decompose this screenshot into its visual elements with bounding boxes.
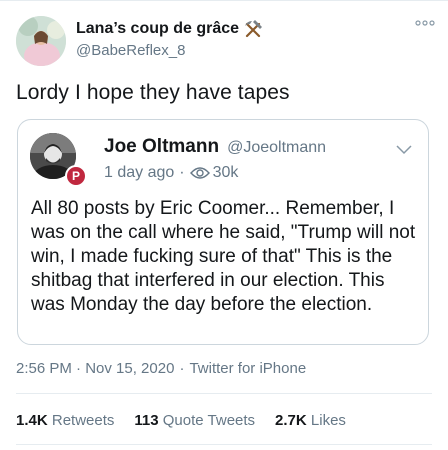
tweet-header: Lana’s coup de grâce @BabeReflex_8: [16, 16, 436, 66]
handle[interactable]: @BabeReflex_8: [76, 42, 185, 59]
tweet-text: Lordy I hope they have tapes: [16, 81, 290, 104]
stat-label: Quote Tweets: [162, 412, 256, 429]
hammer-pick-icon: [243, 19, 263, 39]
display-name[interactable]: Lana’s coup de grâce: [76, 20, 239, 38]
quote-views: 30k: [212, 164, 239, 181]
quote-handle[interactable]: @Joeoltmann: [227, 139, 326, 157]
name-row: Lana’s coup de grâce: [76, 18, 263, 40]
stat-label: Retweets: [51, 412, 115, 429]
badge-letter: P: [71, 169, 80, 183]
quote-body: All 80 posts by Eric Coomer... Remember,…: [31, 198, 416, 315]
engagement-stats: 1.4K Retweets 113 Quote Tweets 2.7K Like…: [16, 412, 366, 429]
stat-label: Likes: [310, 412, 346, 429]
likes-stat[interactable]: 2.7K Likes: [275, 412, 346, 429]
timestamp-row: 2:56 PM · Nov 15, 2020 · Twitter for iPh…: [16, 360, 306, 377]
source-app[interactable]: Twitter for iPhone: [189, 360, 306, 377]
stat-value: 2.7K: [275, 412, 311, 429]
stat-value: 113: [134, 412, 163, 429]
chevron-down-icon[interactable]: [396, 142, 412, 155]
quote-name-row: Joe Oltmann @Joeoltmann: [104, 136, 326, 158]
divider: [16, 393, 432, 394]
quoted-tweet[interactable]: P Joe Oltmann @Joeoltmann 1 day ago · 30…: [17, 119, 429, 345]
quote-time: 1 day ago: [104, 164, 175, 181]
retweets-stat[interactable]: 1.4K Retweets: [16, 412, 114, 429]
parler-badge-icon: P: [65, 165, 87, 187]
quote-display-name[interactable]: Joe Oltmann: [104, 136, 219, 158]
timestamp[interactable]: 2:56 PM · Nov 15, 2020: [16, 360, 174, 377]
more-icon[interactable]: [414, 16, 436, 30]
top-divider: [0, 0, 448, 1]
separator-dot: ·: [179, 360, 185, 377]
stat-value: 1.4K: [16, 412, 52, 429]
separator-dot: ·: [179, 164, 185, 181]
divider: [16, 444, 432, 445]
quote-tweets-stat[interactable]: 113 Quote Tweets: [134, 412, 255, 429]
quote-meta: 1 day ago · 30k: [104, 164, 238, 182]
eye-icon: [189, 166, 210, 180]
avatar[interactable]: [16, 16, 66, 66]
